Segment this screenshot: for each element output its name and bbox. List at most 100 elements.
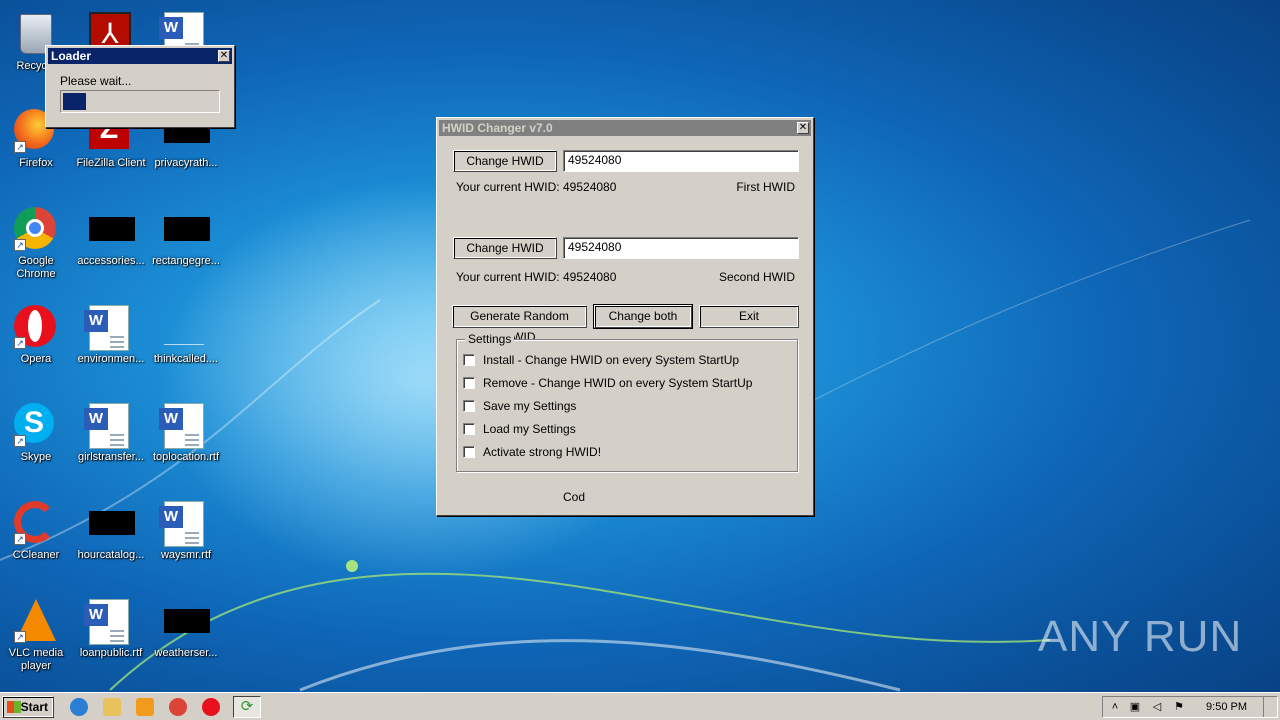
first-current-label: Your current HWID:: [456, 180, 560, 194]
opera-icon: ↗: [14, 305, 58, 349]
shortcut-arrow-icon: ↗: [14, 239, 26, 251]
setting-label[interactable]: Activate strong HWID!: [483, 445, 601, 459]
desktop-icon-label: environmen...: [77, 353, 145, 365]
desktop-icon[interactable]: Wgirlstransfer...: [73, 397, 149, 483]
hwid-changer-window: HWID Changer v7.0 ✕ Change HWID 49524080…: [436, 117, 814, 516]
anyrun-watermark: ANY RUN: [1038, 612, 1242, 662]
start-button[interactable]: Start: [2, 696, 54, 718]
word-document-icon: W: [159, 403, 208, 449]
second-hwid-input[interactable]: 49524080: [563, 237, 799, 259]
desktop-icon-label: accessories...: [77, 255, 145, 267]
close-icon[interactable]: ✕: [797, 122, 809, 134]
desktop-icon-label: Skype: [20, 451, 52, 463]
desktop-icon-label: Google Chrome: [16, 255, 56, 280]
redacted-icon: [164, 599, 210, 643]
file-icon: [164, 305, 208, 349]
explorer-icon[interactable]: [103, 698, 121, 716]
setting-label[interactable]: Install - Change HWID on every System St…: [483, 353, 739, 367]
desktop-icon[interactable]: ↗ VLC media player: [0, 593, 74, 679]
loader-progress-fill: [63, 93, 87, 110]
chrome-icon: ↗: [14, 207, 58, 251]
change-both-button[interactable]: Change both: [593, 304, 693, 329]
desktop-icon-label: waysmr.rtf: [160, 549, 212, 561]
redacted-icon: [89, 207, 135, 251]
ccleaner-icon: ↗: [14, 501, 58, 545]
desktop-icon[interactable]: Wtoplocation.rtf: [148, 397, 224, 483]
taskbar: Start ⟳ ˄ ▣ ◁ ⚑ 9:50 PM: [0, 692, 1280, 720]
second-current-label: Your current HWID:: [456, 270, 560, 284]
first-hwid-caption: First HWID: [736, 180, 795, 194]
second-current-value: 49524080: [563, 270, 617, 284]
show-desktop-button[interactable]: [1263, 697, 1277, 717]
desktop-icon[interactable]: Wwaysmr.rtf: [148, 495, 224, 581]
desktop-icon[interactable]: Wenvironmen...: [73, 299, 149, 385]
windows-logo-icon: [7, 701, 21, 713]
desktop-icon[interactable]: ↗ CCleaner: [0, 495, 74, 581]
first-current-value: 49524080: [563, 180, 617, 194]
setting-checkbox[interactable]: [463, 446, 475, 458]
skype-icon: S ↗: [14, 403, 58, 447]
desktop-icon[interactable]: ↗ Google Chrome: [0, 201, 74, 287]
second-hwid-caption: Second HWID: [718, 270, 795, 284]
taskbar-clock[interactable]: 9:50 PM: [1206, 697, 1247, 717]
desktop-icon-label: thinkcalled....: [153, 353, 219, 365]
desktop-icon-label: girlstransfer...: [77, 451, 145, 463]
watermark-text: ANY RUN: [1038, 612, 1243, 661]
redacted-icon: [164, 207, 210, 251]
setting-checkbox[interactable]: [463, 377, 475, 389]
desktop-icon-label: FileZilla Client: [76, 157, 146, 169]
shortcut-arrow-icon: ↗: [14, 435, 26, 447]
setting-label[interactable]: Load my Settings: [483, 422, 576, 436]
setting-checkbox[interactable]: [463, 354, 475, 366]
desktop-icon-label: CCleaner: [12, 549, 60, 561]
loader-window: Loader ✕ Please wait...: [45, 45, 235, 128]
desktop-icon[interactable]: hourcatalog...: [73, 495, 149, 581]
shortcut-arrow-icon: ↗: [14, 631, 26, 643]
settings-group: Settings Install - Change HWID on every …: [456, 332, 798, 472]
desktop-icon-label: rectangegre...: [152, 255, 220, 267]
first-hwid-input[interactable]: 49524080: [563, 150, 799, 172]
shortcut-arrow-icon: ↗: [14, 533, 26, 545]
opera-icon[interactable]: [202, 698, 220, 716]
volume-icon[interactable]: ◁: [1151, 701, 1163, 713]
desktop-icon-label: VLC media player: [8, 647, 64, 672]
close-icon[interactable]: ✕: [218, 50, 230, 62]
refresh-icon: ⟳: [240, 698, 254, 715]
system-tray: ˄ ▣ ◁ ⚑ 9:50 PM: [1102, 696, 1278, 718]
setting-label[interactable]: Save my Settings: [483, 399, 576, 413]
setting-label[interactable]: Remove - Change HWID on every System Sta…: [483, 376, 752, 390]
footer-label: Cod: [563, 490, 586, 504]
taskbar-hwid-button[interactable]: ⟳: [233, 696, 261, 718]
shortcut-arrow-icon: ↗: [14, 337, 26, 349]
flag-icon[interactable]: ⚑: [1173, 701, 1185, 713]
desktop-icon-label: Opera: [20, 353, 52, 365]
hwid-titlebar[interactable]: HWID Changer v7.0 ✕: [439, 120, 811, 136]
setting-checkbox[interactable]: [463, 400, 475, 412]
desktop-icon[interactable]: thinkcalled....: [148, 299, 224, 385]
word-document-icon: W: [159, 501, 208, 547]
hwid-title: HWID Changer v7.0: [442, 121, 553, 135]
media-player-icon[interactable]: [136, 698, 154, 716]
desktop-icon[interactable]: weatherser...: [148, 593, 224, 679]
loader-titlebar[interactable]: Loader ✕: [48, 48, 232, 64]
desktop-icon[interactable]: accessories...: [73, 201, 149, 287]
desktop-icon[interactable]: rectangegre...: [148, 201, 224, 287]
start-label: Start: [20, 700, 48, 714]
desktop-icon[interactable]: ↗ Opera: [0, 299, 74, 385]
desktop-icon-label: toplocation.rtf: [152, 451, 220, 463]
desktop-icon-label: hourcatalog...: [77, 549, 145, 561]
setting-checkbox[interactable]: [463, 423, 475, 435]
desktop-icon[interactable]: S ↗ Skype: [0, 397, 74, 483]
desktop-icon[interactable]: Wloanpublic.rtf: [73, 593, 149, 679]
desktop-icon-label: weatherser...: [154, 647, 218, 659]
network-icon[interactable]: ▣: [1129, 701, 1141, 713]
show-hidden-icons-icon[interactable]: ˄: [1109, 701, 1121, 713]
change-hwid-second-button[interactable]: Change HWID: [453, 237, 557, 259]
internet-explorer-icon[interactable]: [70, 698, 88, 716]
change-hwid-first-button[interactable]: Change HWID: [453, 150, 557, 172]
loader-message: Please wait...: [60, 74, 132, 88]
generate-random-hwid-button[interactable]: Generate Random HWID: [452, 305, 587, 344]
chrome-icon[interactable]: [169, 698, 187, 716]
desktop-icon-label: loanpublic.rtf: [79, 647, 143, 659]
exit-button[interactable]: Exit: [699, 305, 799, 328]
